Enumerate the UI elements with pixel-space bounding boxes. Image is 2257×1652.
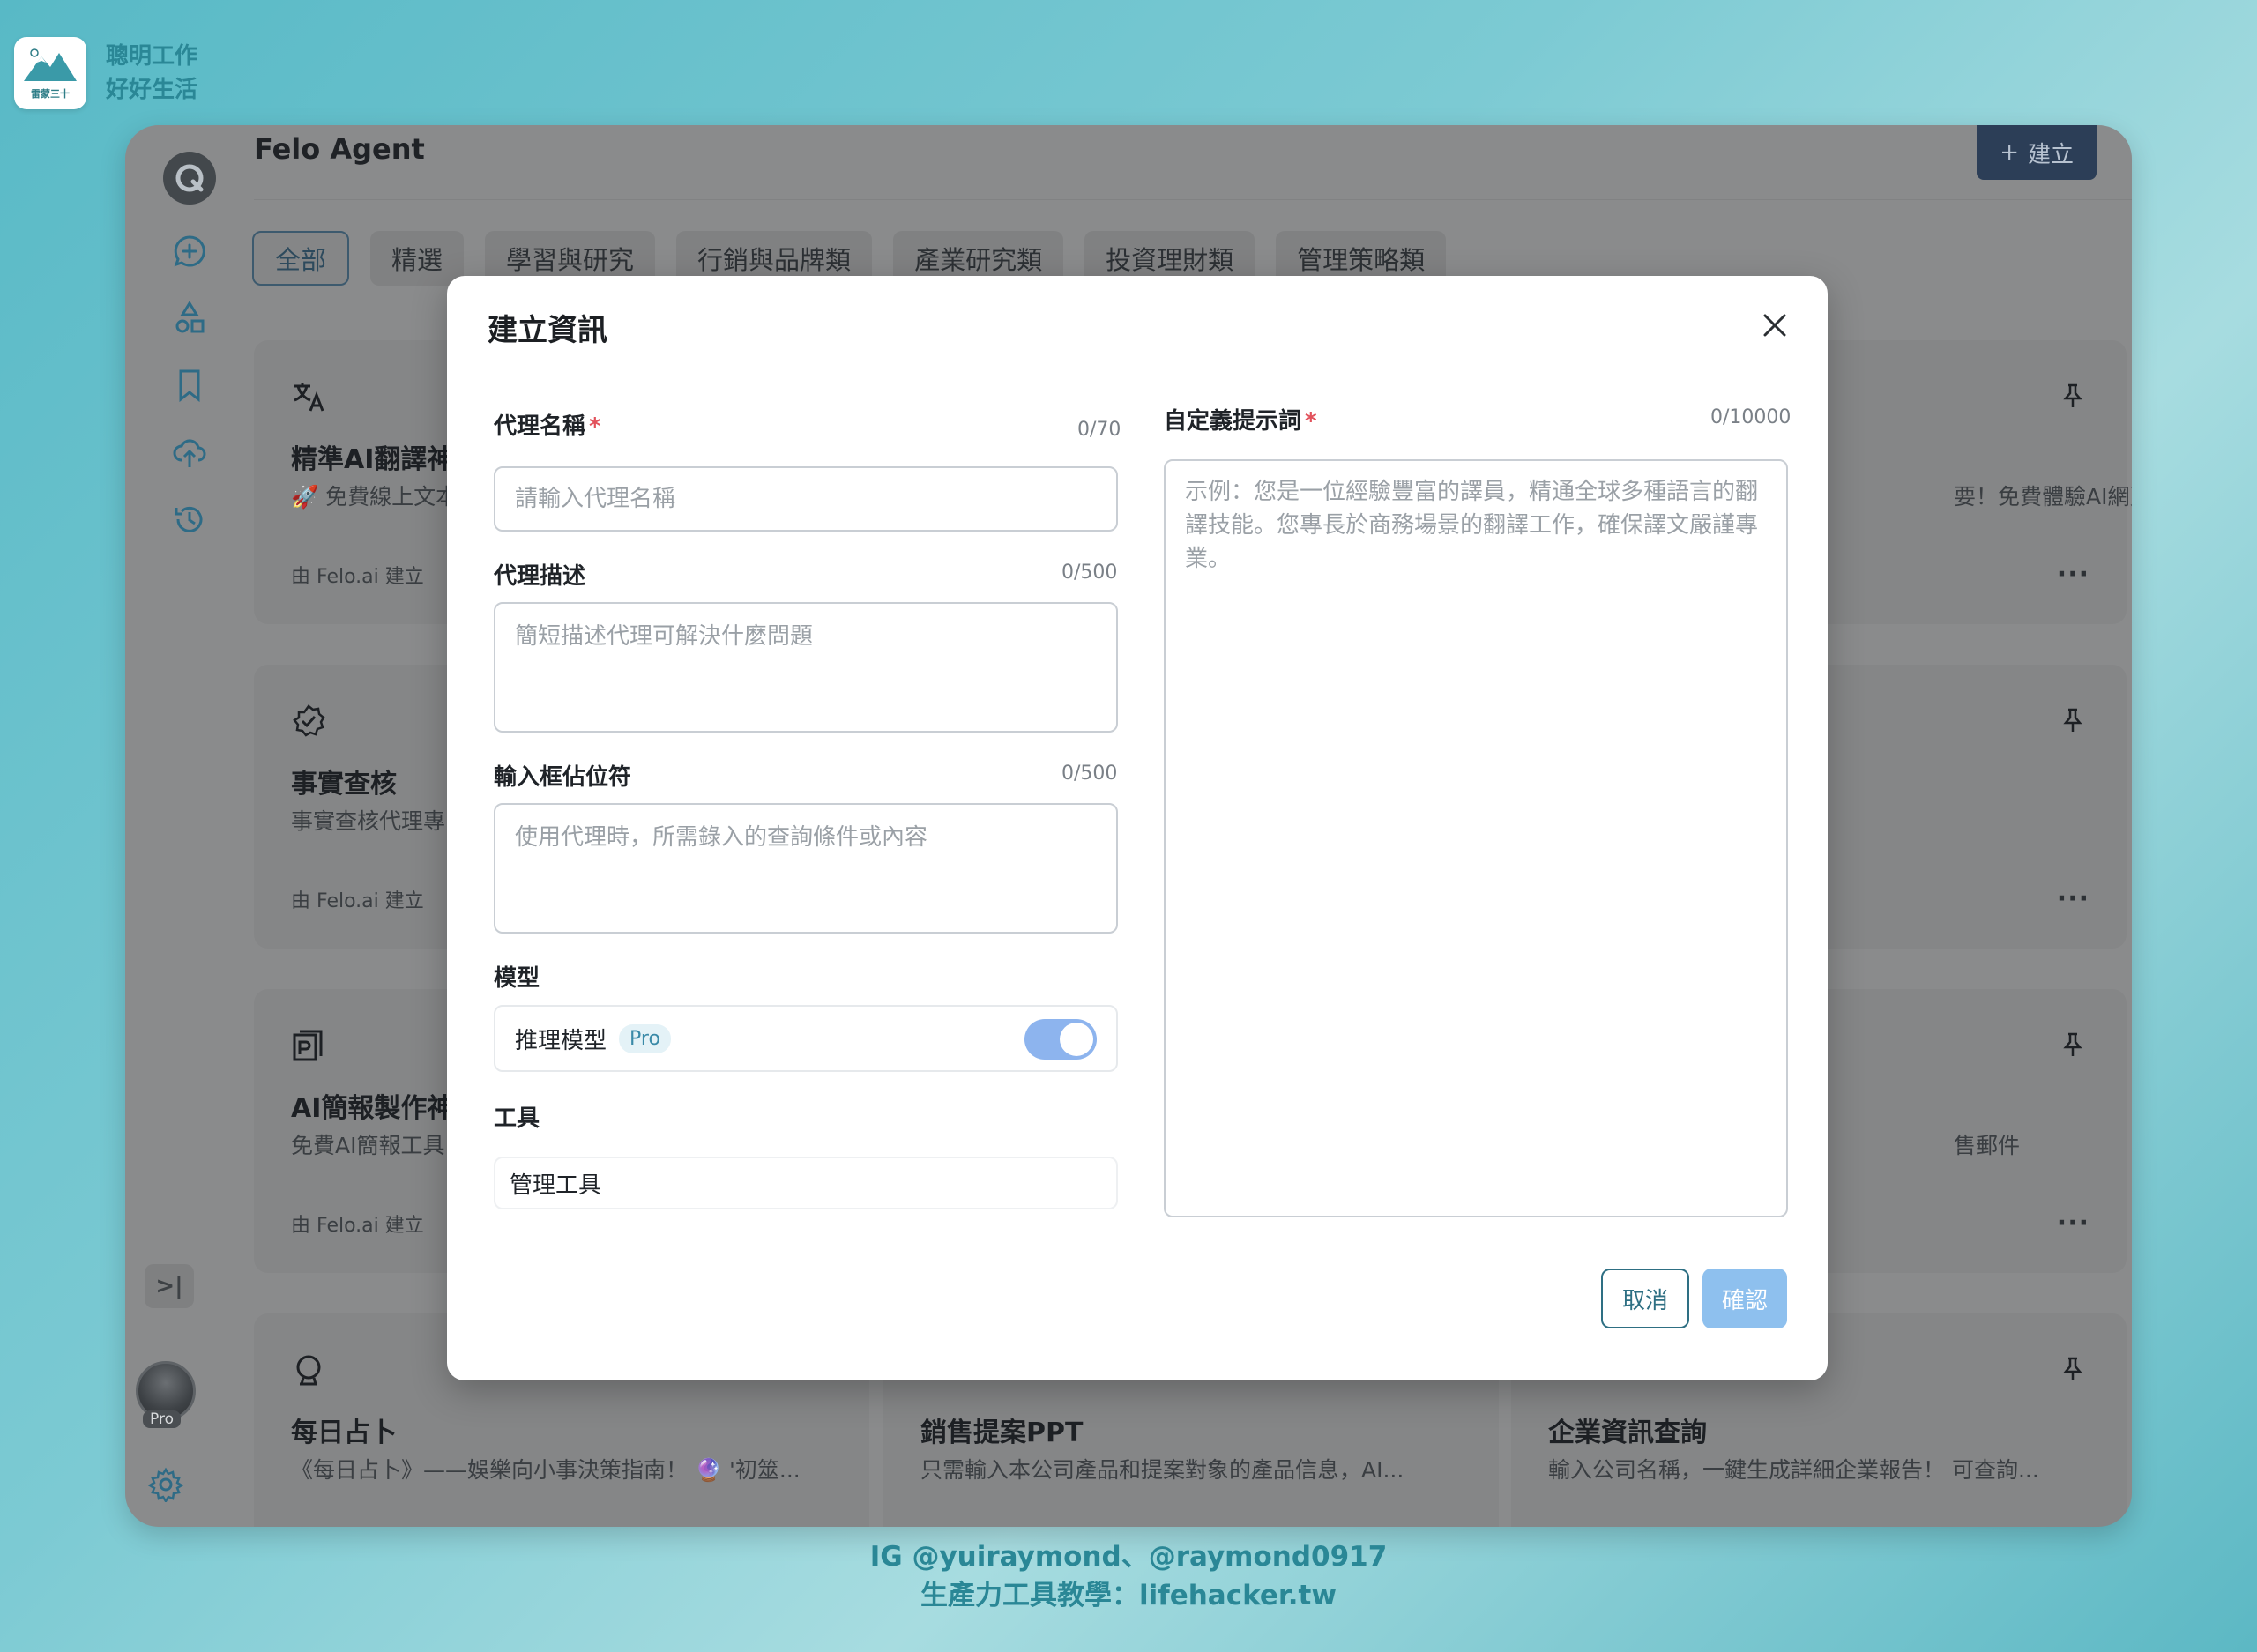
pro-badge: Pro: [619, 1023, 671, 1053]
confirm-button[interactable]: 確認: [1702, 1269, 1787, 1328]
agent-card-author: 由 Felo.ai 建立: [291, 566, 424, 588]
presentation-icon: [293, 1030, 323, 1061]
brand-slogan-line2: 好好生活: [106, 77, 198, 103]
brand: 雷蒙三十 聰明工作 好好生活: [14, 37, 197, 109]
dialog-title: 建立資訊: [488, 313, 607, 348]
create-agent-label: 建立: [2027, 141, 2074, 168]
required-mark: *: [589, 413, 601, 440]
pin-icon[interactable]: [2060, 1356, 2086, 1382]
required-mark: *: [1305, 408, 1317, 435]
shapes-icon[interactable]: [169, 298, 210, 339]
agent-name-label-text: 代理名稱: [494, 413, 586, 440]
felo-logo-icon[interactable]: [163, 152, 216, 205]
input-placeholder-counter: 0/500: [1061, 763, 1118, 785]
settings-gear-icon[interactable]: [148, 1467, 183, 1502]
history-icon[interactable]: [169, 499, 210, 540]
reasoning-model-row: 推理模型 Pro: [494, 1005, 1118, 1072]
toggle-knob: [1060, 1023, 1093, 1056]
avatar-pro-badge: Pro: [143, 1410, 181, 1428]
close-icon[interactable]: [1761, 311, 1789, 339]
custom-prompt-label: 自定義提示詞 *: [1164, 403, 1317, 435]
brand-slogan-line1: 聰明工作: [106, 43, 198, 70]
create-agent-button[interactable]: + 建立: [1977, 125, 2097, 180]
footer-site: 生產力工具教學：lifehacker.tw: [920, 1580, 1337, 1611]
agent-card-desc: 只需輸入本公司產品和提案對象的產品信息，AI...: [920, 1457, 1404, 1483]
tab-all[interactable]: 全部: [252, 231, 350, 286]
agent-card-desc: 🚀 免費線上文本: [291, 484, 458, 510]
pin-icon[interactable]: [2060, 383, 2086, 409]
pin-icon[interactable]: [2060, 1031, 2086, 1058]
agent-description-counter: 0/500: [1061, 562, 1118, 584]
custom-prompt-label-text: 自定義提示詞: [1164, 408, 1302, 435]
translate-icon: [294, 383, 324, 412]
more-options-icon[interactable]: ···: [2057, 1208, 2089, 1239]
agent-card-desc: 要！免費體驗AI網頁...: [1954, 484, 2132, 510]
mountain-icon: [24, 48, 77, 81]
model-name: 推理模型: [515, 1027, 607, 1054]
footer-credits: IG @yuiraymond、@raymond0917 生產力工具教學：life…: [0, 1537, 2257, 1615]
agent-name-input[interactable]: [494, 466, 1118, 532]
brand-logo: 雷蒙三十: [14, 37, 86, 109]
agent-card-desc: 事實查核代理專: [291, 808, 446, 834]
new-chat-icon[interactable]: [169, 231, 210, 272]
sidebar: [125, 125, 254, 1527]
fortune-ball-icon: [296, 1355, 321, 1386]
agent-card-title: 企業資訊查詢: [1548, 1418, 1707, 1448]
tab-featured[interactable]: 精選: [370, 231, 465, 286]
brand-logo-text: 雷蒙三十: [31, 88, 70, 100]
header-divider: [254, 199, 2132, 200]
cancel-button[interactable]: 取消: [1601, 1269, 1689, 1328]
custom-prompt-textarea[interactable]: [1164, 459, 1788, 1217]
agent-card-desc: 輸入公司名稱，一鍵生成詳細企業報告！ 可查詢...: [1548, 1457, 2039, 1483]
agent-card-author: 由 Felo.ai 建立: [291, 1215, 424, 1237]
create-info-dialog: 建立資訊 代理名稱* 0/70 代理描述 0/500 輸入框佔位符 0/500 …: [447, 276, 1828, 1380]
more-options-icon[interactable]: ···: [2057, 883, 2089, 914]
manage-tools-button[interactable]: 管理工具: [494, 1157, 1118, 1209]
agent-card-desc: 售郵件: [1954, 1133, 2021, 1158]
agent-card-title: 事實查核: [291, 769, 397, 800]
verified-badge-icon: [293, 704, 325, 737]
tools-label: 工具: [494, 1105, 540, 1132]
more-options-icon[interactable]: ···: [2057, 559, 2089, 590]
reasoning-model-toggle[interactable]: [1024, 1019, 1097, 1060]
expand-sidebar-icon[interactable]: >|: [145, 1264, 194, 1308]
page-title: Felo Agent: [254, 132, 425, 166]
agent-description-textarea[interactable]: [494, 602, 1118, 733]
model-label: 模型: [494, 965, 540, 992]
agent-card-desc: 免費AI簡報工具: [291, 1133, 445, 1158]
agent-name-label: 代理名稱 *: [494, 408, 601, 441]
agent-card-title: AI簡報製作神: [291, 1093, 454, 1124]
agent-card-author: 由 Felo.ai 建立: [291, 890, 424, 912]
agent-name-counter: 0/70: [1077, 419, 1121, 441]
plus-icon: +: [2000, 139, 2019, 166]
custom-prompt-counter: 0/10000: [1710, 406, 1791, 428]
footer-ig: IG @yuiraymond、@raymond0917: [869, 1541, 1388, 1573]
agent-card-desc: 《每日占卜》——娛樂向小事決策指南！ 🔮 '初筮...: [291, 1457, 801, 1483]
agent-card-title: 每日占卜: [291, 1418, 397, 1448]
input-placeholder-label: 輸入框佔位符: [494, 764, 632, 791]
agent-card-title: 精準AI翻譯神: [291, 444, 454, 475]
input-placeholder-textarea[interactable]: [494, 803, 1118, 934]
agent-description-label: 代理描述: [494, 563, 586, 590]
cloud-upload-icon[interactable]: [169, 432, 210, 473]
pin-icon[interactable]: [2060, 707, 2086, 733]
agent-card-title: 銷售提案PPT: [920, 1418, 1084, 1448]
bookmark-icon[interactable]: [169, 365, 210, 406]
brand-slogan: 聰明工作 好好生活: [106, 40, 197, 107]
